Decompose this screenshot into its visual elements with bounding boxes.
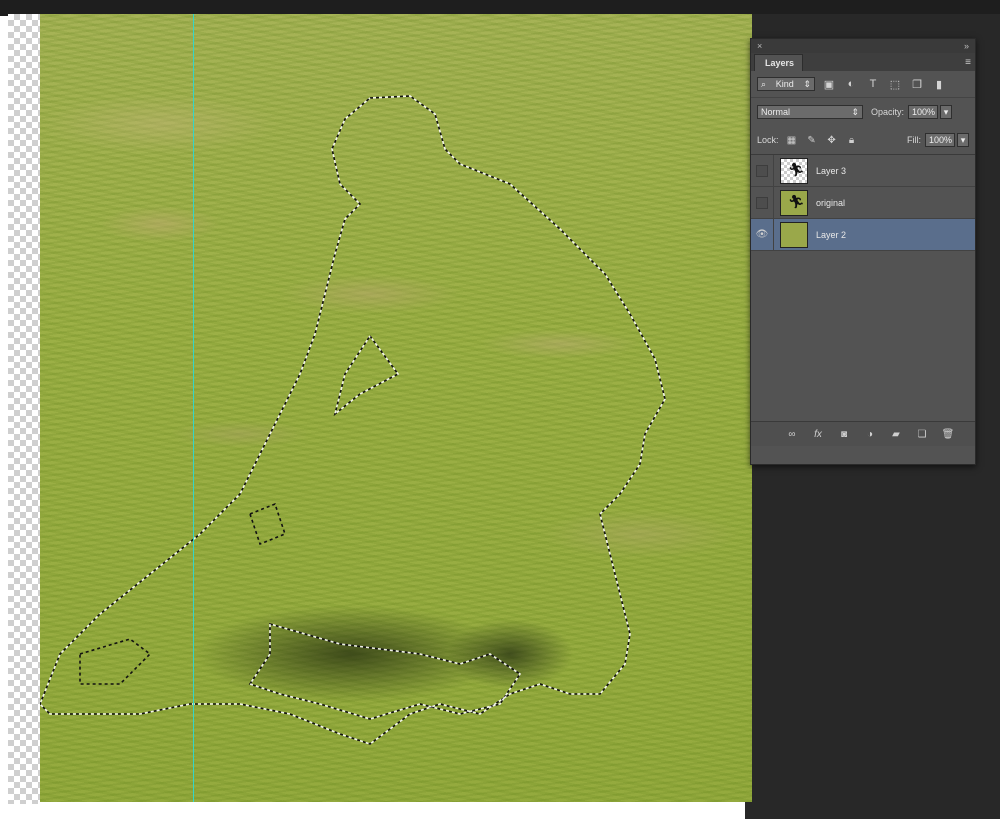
lock-position-icon[interactable]: ✥ bbox=[825, 133, 839, 147]
layer-row-original[interactable]: 🏃︎ original bbox=[751, 187, 975, 219]
visibility-toggle[interactable] bbox=[751, 187, 774, 218]
layer-thumbnail: 🏃︎ bbox=[780, 157, 808, 184]
fill-label: Fill: bbox=[907, 135, 921, 145]
panel-menu-icon[interactable]: ≡ bbox=[965, 57, 971, 68]
new-group-icon[interactable]: ▰ bbox=[889, 429, 903, 440]
filter-kind-value: Kind bbox=[775, 79, 794, 89]
selection-outline-shadow bbox=[248, 622, 522, 720]
layer-name[interactable]: Layer 3 bbox=[816, 166, 846, 176]
lock-row: Lock: ▦ ✎ ✥ 🔒︎ Fill: 100% ▾ bbox=[751, 126, 975, 155]
visibility-toggle[interactable]: 👁︎ bbox=[751, 219, 774, 250]
panel-footer: ∞ fx ◙ ◑ ▰ ❏ 🗑︎ bbox=[751, 421, 975, 446]
chevron-down-icon: ▾ bbox=[943, 106, 949, 117]
document-canvas[interactable] bbox=[40, 14, 752, 802]
new-layer-icon[interactable]: ❏ bbox=[915, 429, 929, 440]
figure-icon: 🏃︎ bbox=[788, 161, 805, 177]
panel-header: × » bbox=[751, 39, 975, 53]
opacity-label: Opacity: bbox=[871, 107, 905, 117]
lock-image-pixels-icon[interactable]: ✎ bbox=[805, 133, 819, 147]
delete-layer-icon[interactable]: 🗑︎ bbox=[941, 429, 955, 440]
lock-label: Lock: bbox=[757, 135, 779, 145]
chevron-down-icon: ▾ bbox=[960, 134, 966, 145]
opacity-value: 100% bbox=[912, 107, 936, 117]
image-filter-icon[interactable]: ▣ bbox=[821, 76, 837, 92]
adjustment-layer-icon[interactable]: ◑ bbox=[863, 429, 877, 440]
link-layers-icon[interactable]: ∞ bbox=[785, 429, 799, 440]
blend-row: Normal ⇕ Opacity: 100% ▾ bbox=[751, 98, 975, 126]
fill-slider-button[interactable]: ▾ bbox=[957, 133, 969, 147]
layer-thumbnail bbox=[780, 221, 808, 248]
selection-outline-hand bbox=[249, 502, 286, 546]
layers-list: 🏃︎ Layer 3 🏃︎ original 👁︎ Layer 2 bbox=[751, 155, 975, 421]
eye-icon: 👁︎ bbox=[755, 229, 769, 240]
lock-transparent-pixels-icon[interactable]: ▦ bbox=[785, 133, 799, 147]
adjustment-filter-icon[interactable]: ◐ bbox=[843, 76, 859, 92]
type-filter-icon[interactable]: T bbox=[865, 76, 881, 92]
visibility-toggle[interactable] bbox=[751, 155, 774, 186]
chevron-updown-icon: ⇕ bbox=[803, 78, 811, 89]
add-mask-icon[interactable]: ◙ bbox=[837, 429, 851, 440]
selection-outline-foot bbox=[79, 638, 152, 685]
vertical-guide[interactable] bbox=[193, 14, 194, 802]
shape-filter-icon[interactable]: ⬚ bbox=[887, 76, 903, 92]
blend-mode-value: Normal bbox=[761, 107, 791, 117]
filter-kind-dropdown[interactable]: ⌕ Kind ⇕ bbox=[757, 77, 815, 91]
lock-all-icon[interactable]: 🔒︎ bbox=[845, 133, 859, 147]
layer-name[interactable]: original bbox=[816, 198, 845, 208]
fill-value: 100% bbox=[929, 135, 953, 145]
smart-object-filter-icon[interactable]: ❐ bbox=[909, 76, 925, 92]
selection-outline-figure bbox=[40, 95, 666, 745]
opacity-field[interactable]: 100% bbox=[908, 105, 939, 119]
fill-field[interactable]: 100% bbox=[925, 133, 955, 147]
filter-toggle-icon[interactable]: ▮ bbox=[931, 76, 947, 92]
layer-thumbnail: 🏃︎ bbox=[780, 189, 808, 216]
chevron-updown-icon: ⇕ bbox=[851, 106, 859, 117]
selection-marquee bbox=[40, 95, 666, 745]
panel-close-button[interactable]: × bbox=[757, 41, 762, 51]
transparent-area bbox=[8, 14, 44, 804]
blend-mode-dropdown[interactable]: Normal ⇕ bbox=[757, 105, 863, 119]
search-icon: ⌕ bbox=[761, 78, 767, 89]
figure-icon: 🏃︎ bbox=[788, 193, 805, 209]
tab-layers[interactable]: Layers bbox=[754, 54, 804, 71]
panel-tab-row: Layers ≡ bbox=[751, 53, 975, 71]
layer-row-layer-2[interactable]: 👁︎ Layer 2 bbox=[751, 219, 975, 251]
filter-row: ⌕ Kind ⇕ ▣ ◐ T ⬚ ❐ ▮ bbox=[751, 71, 975, 98]
panel-collapse-button[interactable]: » bbox=[964, 41, 969, 51]
hidden-icon bbox=[756, 196, 768, 209]
layer-row-layer-3[interactable]: 🏃︎ Layer 3 bbox=[751, 155, 975, 187]
selection-outline-inner bbox=[333, 334, 400, 417]
layers-panel: × » Layers ≡ ⌕ Kind ⇕ ▣ ◐ T ⬚ ❐ ▮ Normal… bbox=[750, 38, 976, 465]
fx-icon[interactable]: fx bbox=[811, 429, 825, 440]
layer-name[interactable]: Layer 2 bbox=[816, 230, 846, 240]
hidden-icon bbox=[756, 164, 768, 177]
opacity-slider-button[interactable]: ▾ bbox=[940, 105, 953, 119]
